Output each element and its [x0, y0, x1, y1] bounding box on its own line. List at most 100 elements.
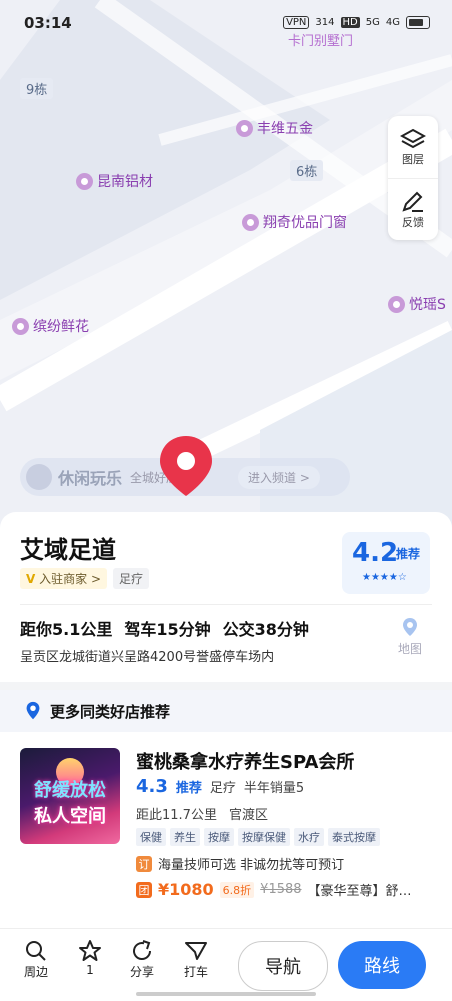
favorite-count: 1 [86, 963, 94, 977]
taxi-icon [185, 942, 207, 960]
booking-promo[interactable]: 订 海量技师可选 非诚勿扰等可预订 [136, 854, 344, 873]
shop-address: 呈贡区龙城街道兴呈路4200号誉盛停车场内 [20, 650, 275, 665]
bottom-action-bar: 周边 1 分享 打车 导航 路线 [0, 928, 452, 1001]
map-label-top: 卡门别墅门 [288, 34, 354, 49]
divider [20, 604, 432, 605]
rec-tag: 按摩保健 [238, 828, 290, 846]
building-label: 6栋 [290, 160, 324, 181]
map-poi[interactable]: 缤纷鲜花 [12, 316, 89, 336]
map-tools: 图层 反馈 [388, 116, 438, 240]
map-pin-icon [160, 436, 212, 496]
poi-icon [12, 317, 29, 335]
shop-tags: V 入驻商家 > 足疗 [20, 568, 150, 589]
share-label: 分享 [129, 965, 154, 979]
poi-icon [76, 172, 93, 190]
rec-tag: 泰式按摩 [328, 828, 380, 846]
hd-icon: HD [340, 17, 360, 28]
recommended-shop[interactable]: 舒缓放松 私人空间 蜜桃桑拿水疗养生SPA会所 4.3 推荐 足疗 半年销量5 … [20, 748, 432, 918]
distance-text: 距你5.1公里 [20, 620, 113, 639]
status-icons: VPN 314 HD 5G 4G [283, 16, 430, 29]
rating-stars: ★★★★☆ [362, 572, 407, 583]
battery-icon [406, 16, 430, 29]
taxi-button[interactable]: 打车 [176, 939, 216, 980]
cocktail-icon [26, 464, 52, 490]
rating-box[interactable]: 4.2 推荐 ★★★★☆ [342, 532, 430, 594]
net-speed: 314 [315, 17, 335, 28]
shop-card: 艾域足道 V 入驻商家 > 足疗 4.2 推荐 ★★★★☆ 距你5.1公里 驾车… [0, 512, 452, 1000]
map-label: 地图 [397, 642, 422, 656]
rec-distance: 距此11.7公里 [136, 808, 217, 823]
map-poi[interactable]: 翔奇优品门窗 [242, 212, 347, 232]
rec-shop-name: 蜜桃桑拿水疗养生SPA会所 [136, 752, 355, 773]
signal-5g: 5G [365, 17, 380, 28]
rec-sales: 半年销量5 [243, 781, 305, 796]
taxi-label: 打车 [183, 965, 208, 979]
rec-rating-row: 4.3 推荐 足疗 半年销量5 [136, 776, 304, 797]
merchant-badge[interactable]: V 入驻商家 > [20, 568, 107, 589]
rec-tag: 养生 [170, 828, 200, 846]
map-poi[interactable]: 悦瑶S [388, 294, 446, 314]
thumbnail-text-1: 舒缓放松 [34, 780, 106, 801]
group-deal[interactable]: 团 ¥1080 6.8折 ¥1588 【豪华至尊】舒… [136, 880, 412, 899]
deal-discount: 6.8折 [219, 881, 255, 898]
more-shops-title: 更多同类好店推荐 [50, 702, 171, 721]
booking-text: 海量技师可选 非诚勿扰等可预订 [158, 858, 345, 873]
drive-time: 驾车15分钟 [124, 620, 211, 639]
route-button[interactable]: 路线 [338, 941, 426, 989]
location-icon [26, 701, 40, 720]
original-price: ¥1588 [260, 882, 302, 897]
rec-tags: 保健 养生 按摩 按摩保健 水疗 泰式按摩 [136, 828, 380, 846]
feedback-label: 反馈 [402, 216, 424, 229]
shop-name: 艾域足道 [20, 536, 116, 564]
edit-icon [402, 191, 423, 212]
poi-icon [388, 295, 405, 313]
deal-title: 【豪华至尊】舒… [307, 884, 412, 899]
search-icon [26, 941, 46, 961]
building-label: 9栋 [20, 78, 54, 99]
map-view[interactable]: 03:14 VPN 314 HD 5G 4G 卡门别墅门 9栋 6栋 丰维五金 … [0, 0, 452, 540]
rec-location-row: 距此11.7公里 官渡区 [136, 804, 268, 823]
share-icon [133, 940, 152, 960]
star-icon [79, 940, 101, 961]
signal-4g: 4G [385, 17, 400, 28]
enter-channel-button[interactable]: 进入频道 > [238, 465, 320, 489]
map-button[interactable]: 地图 [398, 616, 422, 657]
nearby-label: 周边 [23, 965, 48, 979]
rating-label: 推荐 [396, 547, 421, 561]
layers-icon [400, 128, 426, 149]
poi-icon [242, 213, 259, 231]
thumbnail-text-2: 私人空间 [34, 806, 106, 827]
distance-row: 距你5.1公里 驾车15分钟 公交38分钟 [20, 616, 309, 640]
map-icon [402, 618, 417, 636]
rating-value: 4.2 [352, 538, 399, 568]
booking-badge-icon: 订 [136, 855, 152, 872]
shop-thumbnail: 舒缓放松 私人空间 [20, 748, 120, 844]
map-poi[interactable]: 昆南铝材 [76, 171, 153, 191]
home-indicator[interactable] [136, 992, 316, 996]
share-button[interactable]: 分享 [122, 939, 162, 980]
navigate-button[interactable]: 导航 [238, 941, 328, 991]
layers-button[interactable]: 图层 [388, 116, 438, 178]
feedback-button[interactable]: 反馈 [388, 178, 438, 241]
status-time: 03:14 [24, 14, 72, 32]
vpn-icon: VPN [283, 16, 310, 29]
favorite-button[interactable]: 1 [70, 939, 110, 977]
rec-rating-label: 推荐 [175, 781, 202, 796]
banner-title: 休闲玩乐 [58, 469, 123, 488]
rec-tag: 水疗 [294, 828, 324, 846]
rec-tag: 按摩 [204, 828, 234, 846]
category-tag: 足疗 [113, 568, 150, 589]
rec-rating-value: 4.3 [136, 776, 168, 797]
map-poi[interactable]: 丰维五金 [236, 118, 313, 138]
deal-price: ¥1080 [158, 880, 214, 899]
poi-icon [236, 119, 253, 137]
nearby-button[interactable]: 周边 [16, 939, 56, 980]
group-badge-icon: 团 [136, 881, 152, 898]
rec-district: 官渡区 [228, 808, 268, 823]
layers-label: 图层 [402, 153, 424, 166]
more-shops-header: 更多同类好店推荐 [0, 690, 452, 732]
section-separator [0, 682, 452, 690]
status-bar: 03:14 VPN 314 HD 5G 4G [0, 0, 452, 46]
location-pin[interactable] [156, 434, 216, 508]
rec-category: 足疗 [209, 781, 236, 796]
